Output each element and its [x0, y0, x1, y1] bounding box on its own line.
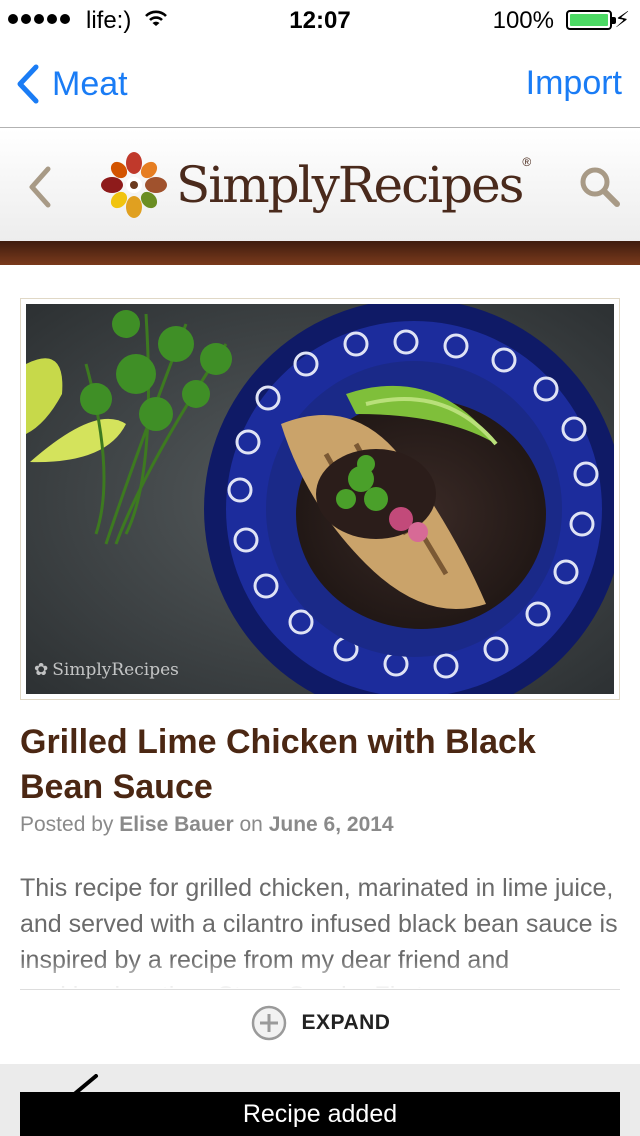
battery-percentage: 100% [492, 7, 554, 34]
byline-on: on [239, 813, 263, 836]
site-search-button[interactable] [578, 165, 622, 214]
author-name[interactable]: Elise Bauer [119, 813, 233, 836]
byline: Posted by Elise Bauer on June 6, 2014 [20, 813, 394, 837]
site-logo[interactable]: SimplyRecipes ® [98, 149, 531, 221]
recipe-title: Grilled Lime Chicken with Black Bean Sau… [20, 723, 536, 806]
toast-message: Recipe added [20, 1092, 620, 1136]
search-icon [580, 167, 620, 207]
header-divider-band [0, 241, 640, 265]
back-button[interactable]: Meat [16, 64, 128, 104]
registered-mark: ® [522, 155, 532, 169]
intro-fade [20, 960, 620, 990]
battery-icon [566, 10, 616, 30]
watermark-text: SimplyRecipes [52, 660, 179, 680]
site-back-button[interactable] [26, 165, 54, 214]
site-header: SimplyRecipes ® [0, 129, 640, 241]
back-button-label: Meat [52, 64, 128, 103]
chevron-left-icon [17, 64, 39, 104]
recipe-photo[interactable]: ✿ SimplyRecipes [26, 304, 614, 694]
recipe-photo-frame: ✿ SimplyRecipes [20, 298, 620, 700]
charging-icon: ⚡ [614, 7, 630, 32]
photo-watermark: ✿ SimplyRecipes [34, 660, 179, 680]
post-date: June 6, 2014 [268, 813, 394, 836]
navigation-bar: Meat Import [0, 40, 640, 128]
logo-text: SimplyRecipes [176, 156, 524, 214]
chevron-left-icon [29, 166, 51, 208]
flower-logo-icon: ✿ [34, 660, 49, 680]
flower-logo-icon [101, 152, 167, 218]
expand-button[interactable]: EXPAND [0, 1004, 640, 1042]
expand-label: EXPAND [301, 1011, 391, 1034]
divider [20, 989, 620, 990]
status-bar: life:) 12:07 100% ⚡ [0, 0, 640, 40]
plus-circle-icon [251, 1005, 286, 1041]
import-button[interactable]: Import [526, 64, 622, 103]
byline-prefix: Posted by [20, 813, 114, 836]
